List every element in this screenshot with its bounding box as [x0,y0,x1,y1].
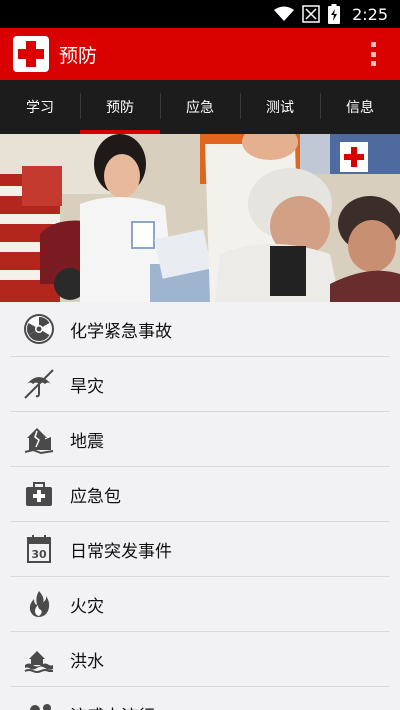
first-aid-kit-icon [22,477,56,511]
banner-photo [0,134,400,302]
tab-prevent[interactable]: 预防 [80,80,160,134]
red-cross-logo-icon [13,36,49,72]
overflow-dot [370,42,376,47]
list-item-pandemic[interactable]: 流感大流行 [10,687,390,710]
tab-bar: 学习 预防 应急 测试 信息 [0,80,400,134]
no-signal-icon [302,5,320,23]
page-title: 预防 [59,44,98,67]
flood-icon [22,642,56,676]
pandemic-icon [22,697,56,710]
radiation-icon [22,312,56,346]
battery-charging-icon [328,4,341,24]
fire-icon [22,587,56,621]
status-bar: 2:25 [0,0,400,28]
tab-label: 预防 [106,100,134,116]
tab-label: 学习 [26,100,54,116]
prevention-topic-list: 化学紧急事故 旱灾 地震 应急包 30 日常突发事件 火灾 洪水 [0,302,400,710]
drought-umbrella-icon [22,367,56,401]
list-item-label: 地震 [70,431,104,452]
list-item-label: 日常突发事件 [70,541,172,562]
status-time: 2:25 [352,4,388,24]
calendar-icon: 30 [22,532,56,566]
list-item-flood[interactable]: 洪水 [10,632,390,687]
list-item-label: 流感大流行 [70,702,155,710]
list-item-label: 应急包 [70,486,121,507]
list-item-daily-emergencies[interactable]: 30 日常突发事件 [10,522,390,577]
list-item-earthquake[interactable]: 地震 [10,412,390,467]
list-item-label: 洪水 [70,651,104,672]
list-item-emergency-kit[interactable]: 应急包 [10,467,390,522]
wifi-icon [274,6,295,22]
earthquake-house-icon [22,422,56,456]
tab-test[interactable]: 测试 [240,80,320,134]
overflow-menu-button[interactable] [368,42,378,66]
tab-label: 测试 [266,100,294,116]
calendar-day: 30 [31,548,47,561]
overflow-dot [370,61,376,66]
list-item-drought[interactable]: 旱灾 [10,357,390,412]
overflow-dot [370,51,376,57]
app-bar: 预防 [0,28,400,80]
list-item-fire[interactable]: 火灾 [10,577,390,632]
list-item-chemical-emergency[interactable]: 化学紧急事故 [10,302,390,357]
list-item-label: 化学紧急事故 [70,321,172,342]
tab-learn[interactable]: 学习 [0,80,80,134]
tab-emergency[interactable]: 应急 [160,80,240,134]
list-item-label: 旱灾 [70,376,104,397]
list-item-label: 火灾 [70,596,104,617]
tab-label: 应急 [186,100,214,116]
tab-info[interactable]: 信息 [320,80,400,134]
tab-label: 信息 [346,100,374,116]
